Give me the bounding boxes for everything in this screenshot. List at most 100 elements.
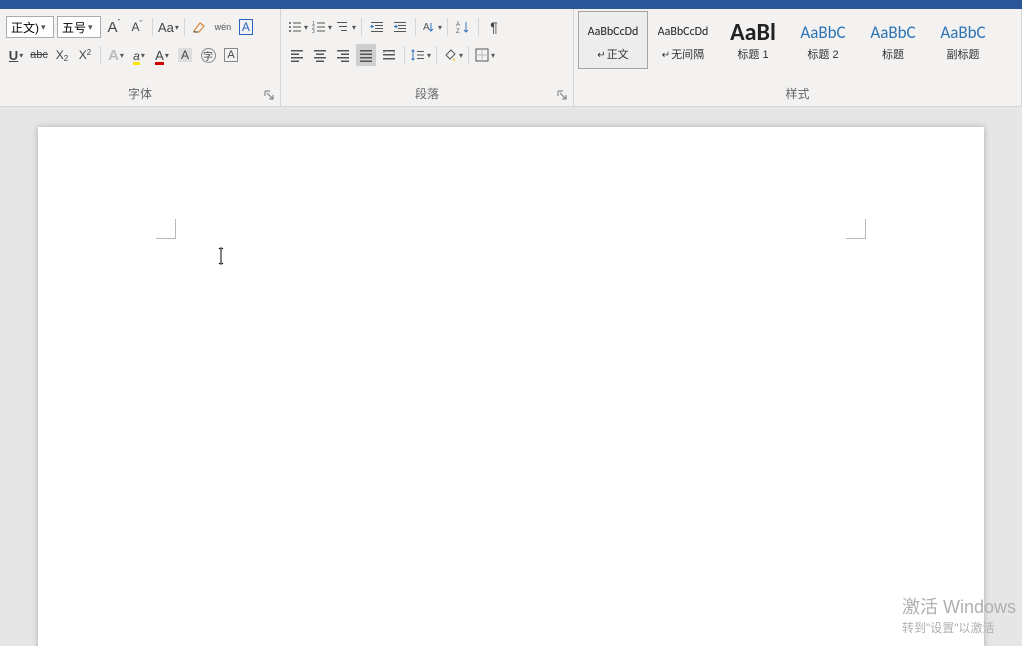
sort-icon: AZ <box>455 19 471 35</box>
margin-corner-icon <box>846 219 866 239</box>
align-left-button[interactable] <box>287 44 307 66</box>
group-label-paragraph: 段落 <box>281 83 573 106</box>
numbering-icon: 123 <box>311 19 327 35</box>
font-family-combo[interactable]: 正文) ▾ <box>6 16 54 38</box>
phonetic-guide-button[interactable]: wén <box>213 16 233 38</box>
styles-gallery[interactable]: AaBbCcDd↵正文AaBbCcDd↵无间隔AaBl标题 1AaBbC标题 2… <box>574 9 1021 75</box>
separator <box>152 18 153 36</box>
separator <box>184 18 185 36</box>
line-spacing-button[interactable]: ▾ <box>410 44 431 66</box>
style-item-0[interactable]: AaBbCcDd↵正文 <box>578 11 648 69</box>
separator <box>436 46 437 64</box>
style-item-4[interactable]: AaBbC标题 <box>858 11 928 69</box>
document-area[interactable] <box>0 107 1022 646</box>
grow-font-button[interactable]: Aˆ <box>104 16 124 38</box>
chevron-down-icon: ▾ <box>88 22 93 33</box>
strikethrough-button[interactable]: abc <box>29 44 49 66</box>
char-shading-button[interactable]: A <box>175 44 195 66</box>
svg-text:3: 3 <box>312 29 315 35</box>
line-spacing-icon <box>410 47 426 63</box>
justify-icon <box>358 47 374 63</box>
style-name: ↵无间隔 <box>662 46 704 62</box>
style-item-1[interactable]: AaBbCcDd↵无间隔 <box>648 11 718 69</box>
outdent-icon <box>369 19 385 35</box>
font-size-combo[interactable]: 五号 ▾ <box>57 16 101 38</box>
superscript-button[interactable]: X2 <box>75 44 95 66</box>
ribbon: 正文) ▾ 五号 ▾ Aˆ Aˇ Aa▾ wén A U▾ <box>0 9 1022 107</box>
numbering-button[interactable]: 123▾ <box>311 16 332 38</box>
align-right-button[interactable] <box>333 44 353 66</box>
dialog-launcher-icon[interactable] <box>557 90 569 102</box>
enclose-char-button[interactable]: 字 <box>198 44 218 66</box>
eraser-icon <box>192 19 208 35</box>
group-label-styles: 样式 <box>574 83 1021 106</box>
highlight-button[interactable]: a▾ <box>129 44 149 66</box>
margin-corner-icon <box>156 219 176 239</box>
multilevel-list-button[interactable]: ▾ <box>335 16 356 38</box>
svg-text:A: A <box>456 22 460 28</box>
sort-button[interactable]: AZ <box>453 16 473 38</box>
font-color-button[interactable]: A▾ <box>152 44 172 66</box>
borders-icon <box>474 47 490 63</box>
shrink-font-button[interactable]: Aˇ <box>127 16 147 38</box>
style-name: 副标题 <box>947 46 980 62</box>
style-item-5[interactable]: AaBbC副标题 <box>928 11 998 69</box>
text-direction-button[interactable]: A▾ <box>421 16 442 38</box>
char-border-button[interactable]: A <box>236 16 256 38</box>
separator <box>447 18 448 36</box>
style-preview: AaBbC <box>940 18 985 46</box>
align-right-icon <box>335 47 351 63</box>
align-center-icon <box>312 47 328 63</box>
separator <box>404 46 405 64</box>
text-direction-icon: A <box>421 19 437 35</box>
svg-text:A: A <box>423 22 430 33</box>
style-name: 标题 <box>882 46 904 62</box>
clear-formatting-button[interactable] <box>190 16 210 38</box>
group-label-font: 字体 <box>0 83 280 106</box>
style-preview: AaBbCcDd <box>588 18 639 46</box>
dialog-launcher-icon[interactable] <box>264 90 276 102</box>
indent-icon <box>392 19 408 35</box>
font-family-value: 正文) <box>11 19 39 36</box>
multilevel-icon <box>335 19 351 35</box>
justify-button[interactable] <box>356 44 376 66</box>
distribute-button[interactable] <box>379 44 399 66</box>
separator <box>415 18 416 36</box>
chevron-down-icon: ▾ <box>41 22 46 33</box>
style-name: 标题 1 <box>737 46 768 62</box>
svg-text:Z: Z <box>456 29 460 35</box>
distribute-icon <box>381 47 397 63</box>
style-preview: AaBl <box>730 18 776 46</box>
shading-button[interactable]: ▾ <box>442 44 463 66</box>
page[interactable] <box>38 127 984 646</box>
separator <box>468 46 469 64</box>
separator <box>100 46 101 64</box>
style-preview: AaBbC <box>800 18 845 46</box>
group-paragraph: ▾ 123▾ ▾ A▾ AZ ¶ ▾ <box>281 9 574 106</box>
change-case-button[interactable]: Aa▾ <box>158 16 179 38</box>
bullets-button[interactable]: ▾ <box>287 16 308 38</box>
underline-button[interactable]: U▾ <box>6 44 26 66</box>
bullets-icon <box>287 19 303 35</box>
paint-bucket-icon <box>442 47 458 63</box>
borders-button[interactable]: ▾ <box>474 44 495 66</box>
style-preview: AaBbC <box>870 18 915 46</box>
style-preview: AaBbCcDd <box>658 18 709 46</box>
menu-bar <box>0 0 1022 9</box>
separator <box>478 18 479 36</box>
style-item-3[interactable]: AaBbC标题 2 <box>788 11 858 69</box>
char-border2-button[interactable]: A <box>221 44 241 66</box>
style-name: 标题 2 <box>807 46 838 62</box>
group-font: 正文) ▾ 五号 ▾ Aˆ Aˇ Aa▾ wén A U▾ <box>0 9 281 106</box>
style-name: ↵正文 <box>597 46 628 62</box>
decrease-indent-button[interactable] <box>367 16 387 38</box>
style-item-2[interactable]: AaBl标题 1 <box>718 11 788 69</box>
group-styles: AaBbCcDd↵正文AaBbCcDd↵无间隔AaBl标题 1AaBbC标题 2… <box>574 9 1022 106</box>
align-left-icon <box>289 47 305 63</box>
align-center-button[interactable] <box>310 44 330 66</box>
subscript-button[interactable]: X2 <box>52 44 72 66</box>
increase-indent-button[interactable] <box>390 16 410 38</box>
text-effects-button[interactable]: A▾ <box>106 44 126 66</box>
show-marks-button[interactable]: ¶ <box>484 16 504 38</box>
separator <box>361 18 362 36</box>
